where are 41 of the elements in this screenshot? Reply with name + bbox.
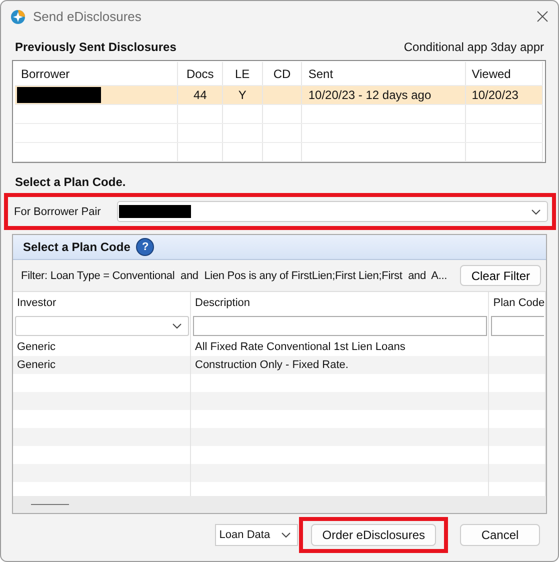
column-header: Docs (186, 66, 214, 80)
column-header: Plan Code (493, 297, 545, 309)
cancel-button[interactable]: Cancel (460, 524, 540, 546)
column-header: LE (234, 66, 250, 80)
column-header: Investor (17, 297, 56, 309)
table-cell: 10/20/23 (472, 88, 518, 102)
chevron-down-icon (281, 532, 292, 538)
section-title: Previously Sent Disclosures (15, 40, 176, 54)
column-header: CD (273, 66, 291, 80)
field-label: For Borrower Pair (14, 206, 101, 218)
table-cell: 10/20/23 - 12 days ago (308, 88, 432, 102)
app-logo-icon (11, 10, 25, 24)
investor-filter-dropdown[interactable] (15, 316, 189, 336)
clear-filter-button[interactable]: Clear Filter (460, 265, 541, 286)
order-button[interactable]: Order eDisclosures (311, 524, 436, 546)
horizontal-scrollbar[interactable] (13, 496, 546, 513)
window-title: Send eDisclosures (33, 9, 142, 24)
chevron-down-icon (172, 323, 182, 329)
column-header: Description (195, 297, 250, 309)
table-cell: Y (238, 88, 246, 102)
borrower-pair-dropdown[interactable] (116, 201, 548, 222)
status-text: Conditional app 3day appr (404, 40, 544, 54)
section-title: Select a Plan Code. (15, 175, 126, 189)
column-header: Sent (308, 66, 334, 80)
panel-title: Select a Plan Code (23, 240, 130, 254)
plan-code-filter-field[interactable] (491, 316, 544, 336)
plan-row[interactable]: Generic Construction Only - Fixed Rate. (13, 356, 546, 374)
chevron-down-icon (531, 208, 541, 214)
help-icon[interactable]: ? (136, 238, 154, 256)
column-header: Viewed (472, 66, 511, 80)
table-cell: Generic (17, 359, 56, 371)
table-row[interactable]: 44 Y 10/20/23 - 12 days ago 10/20/23 (15, 86, 543, 105)
description-filter-field[interactable] (193, 316, 488, 336)
table-cell: All Fixed Rate Conventional 1st Lien Loans (195, 341, 406, 353)
loan-data-dropdown[interactable]: Loan Data (215, 524, 298, 546)
table-cell: Construction Only - Fixed Rate. (195, 359, 348, 371)
table-cell: 44 (193, 88, 207, 102)
close-icon[interactable] (537, 11, 548, 22)
filter-text: Filter: Loan Type = Conventional and Lien Pos is any of FirstLien;First Lien;First and A... (21, 270, 448, 282)
column-header: Borrower (21, 66, 70, 80)
table-cell: Generic (17, 341, 56, 353)
